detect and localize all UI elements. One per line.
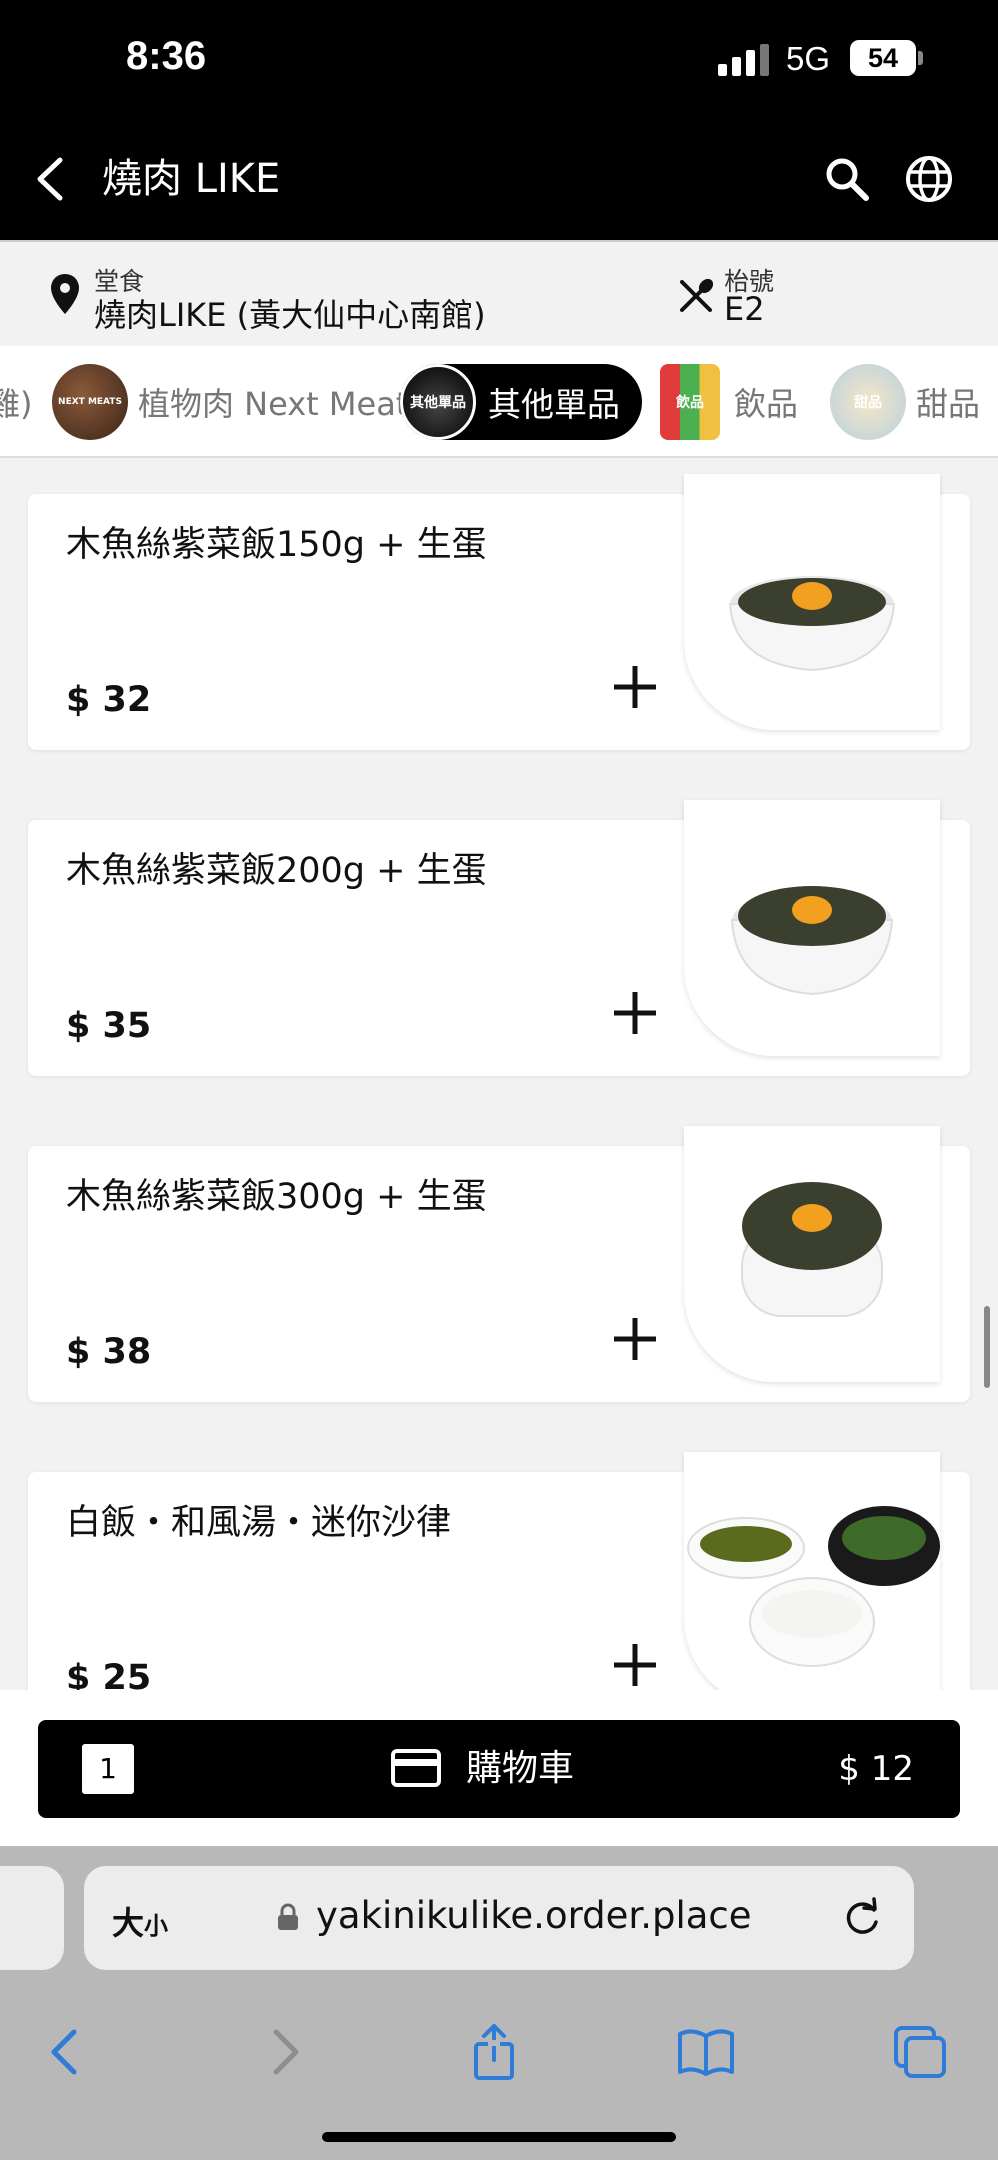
add-item-plus-icon[interactable] [610, 988, 660, 1038]
share-icon[interactable] [464, 2022, 524, 2082]
desserts-thumbnail: 甜品 [830, 364, 906, 440]
lock-icon [278, 1903, 298, 1930]
cart-total: $ 12 [838, 1749, 914, 1789]
back-arrow-icon[interactable] [30, 152, 70, 206]
add-item-plus-icon[interactable] [610, 1314, 660, 1364]
home-indicator [322, 2132, 676, 2142]
item-photo [684, 800, 940, 1056]
text-size-big: 大 [112, 1904, 145, 1942]
cart-count-badge: 1 [82, 1744, 134, 1794]
utensils-icon [680, 278, 714, 312]
menu-item-card[interactable]: 木魚絲紫菜飯200g + 生蛋 $ 35 [28, 800, 970, 1076]
tab-desserts[interactable]: 甜品 甜品 [830, 364, 980, 440]
item-photo [684, 474, 940, 730]
tab-label: 其他單品 [488, 385, 620, 424]
thumb-text: NEXT MEATS [58, 397, 122, 407]
browser-forward-icon[interactable] [254, 2022, 314, 2082]
tabs-icon[interactable] [890, 2022, 950, 2082]
tab-next-meat[interactable]: NEXT MEATS 植物肉 Next Meat [52, 364, 408, 440]
thumb-text: 其他單品 [410, 395, 466, 411]
drinks-thumbnail: 飲品 [660, 364, 720, 440]
item-photo [684, 1126, 940, 1382]
item-price: $ 25 [66, 1658, 152, 1690]
menu-item-card[interactable]: 白飯・和風湯・迷你沙律 $ 25 [28, 1452, 970, 1690]
cart-label: 購物車 [466, 1748, 575, 1789]
item-name: 木魚絲紫菜飯150g + 生蛋 [66, 525, 487, 565]
tab-chicken[interactable]: 雞) [0, 364, 33, 440]
menu-item-card[interactable]: 木魚絲紫菜飯150g + 生蛋 $ 32 [28, 474, 970, 750]
item-name: 白飯・和風湯・迷你沙律 [66, 1503, 452, 1543]
page-title: 燒肉 LIKE [102, 156, 281, 202]
tab-other-items[interactable]: 其他單品 其他單品 [400, 364, 642, 440]
add-item-plus-icon[interactable] [610, 1640, 660, 1690]
signal-icon [718, 44, 769, 76]
location-pin-icon [51, 274, 79, 314]
tab-label: 植物肉 Next Meat [138, 385, 409, 423]
store-name: 燒肉LIKE (黃大仙中心南館) [94, 296, 486, 334]
menu-item-card[interactable]: 木魚絲紫菜飯300g + 生蛋 $ 38 [28, 1126, 970, 1402]
browser-back-icon[interactable] [36, 2022, 96, 2082]
bookmarks-icon[interactable] [676, 2022, 736, 2082]
table-number: E2 [724, 290, 765, 328]
item-price: $ 38 [66, 1332, 152, 1372]
browser-toolbar: 大小 yakinikulike.order.place [0, 1846, 998, 2160]
battery-icon: 54 [850, 40, 916, 76]
order-info-bar: 堂食 燒肉LIKE (黃大仙中心南館) 枱號 E2 [0, 240, 998, 346]
item-price: $ 35 [66, 1006, 152, 1046]
search-icon[interactable] [820, 152, 874, 206]
text-size-button[interactable]: 大小 [112, 1898, 168, 1944]
add-item-plus-icon[interactable] [610, 662, 660, 712]
battery-tip [918, 51, 923, 65]
tab-label: 飲品 [734, 385, 799, 423]
tab-label: 甜品 [916, 385, 981, 423]
menu-list: 木魚絲紫菜飯150g + 生蛋 $ 32 木魚絲紫菜飯200g + 生蛋 $ 3… [0, 458, 998, 1690]
scroll-indicator[interactable] [984, 1306, 990, 1388]
globe-icon[interactable] [900, 150, 958, 208]
url-text[interactable]: yakinikulike.order.place [316, 1894, 752, 1937]
previous-tab-preview[interactable] [0, 1866, 64, 1970]
text-size-small: 小 [144, 1912, 169, 1940]
other-items-thumbnail: 其他單品 [400, 364, 476, 440]
item-price: $ 32 [66, 680, 152, 720]
next-meat-thumbnail: NEXT MEATS [52, 364, 128, 440]
app-header: 燒肉 LIKE [0, 122, 998, 240]
cart-button[interactable]: 1 購物車 $ 12 [38, 1720, 960, 1818]
network-label: 5G [786, 40, 831, 77]
category-tabs: 雞) NEXT MEATS 植物肉 Next Meat 其他單品 其他單品 飲品… [0, 346, 998, 458]
thumb-text: 飲品 [676, 395, 704, 411]
tab-label: 雞) [0, 385, 33, 423]
cart-bar-container: 1 購物車 $ 12 [0, 1690, 998, 1846]
reload-icon[interactable] [840, 1896, 884, 1940]
item-photo [684, 1452, 940, 1690]
item-name: 木魚絲紫菜飯300g + 生蛋 [66, 1177, 487, 1217]
thumb-text: 甜品 [854, 395, 882, 411]
item-name: 木魚絲紫菜飯200g + 生蛋 [66, 851, 487, 891]
status-bar: 8:36 5G 54 [0, 0, 998, 122]
tab-drinks[interactable]: 飲品 飲品 [660, 364, 798, 440]
status-time: 8:36 [126, 34, 207, 78]
credit-card-icon [391, 1749, 441, 1787]
